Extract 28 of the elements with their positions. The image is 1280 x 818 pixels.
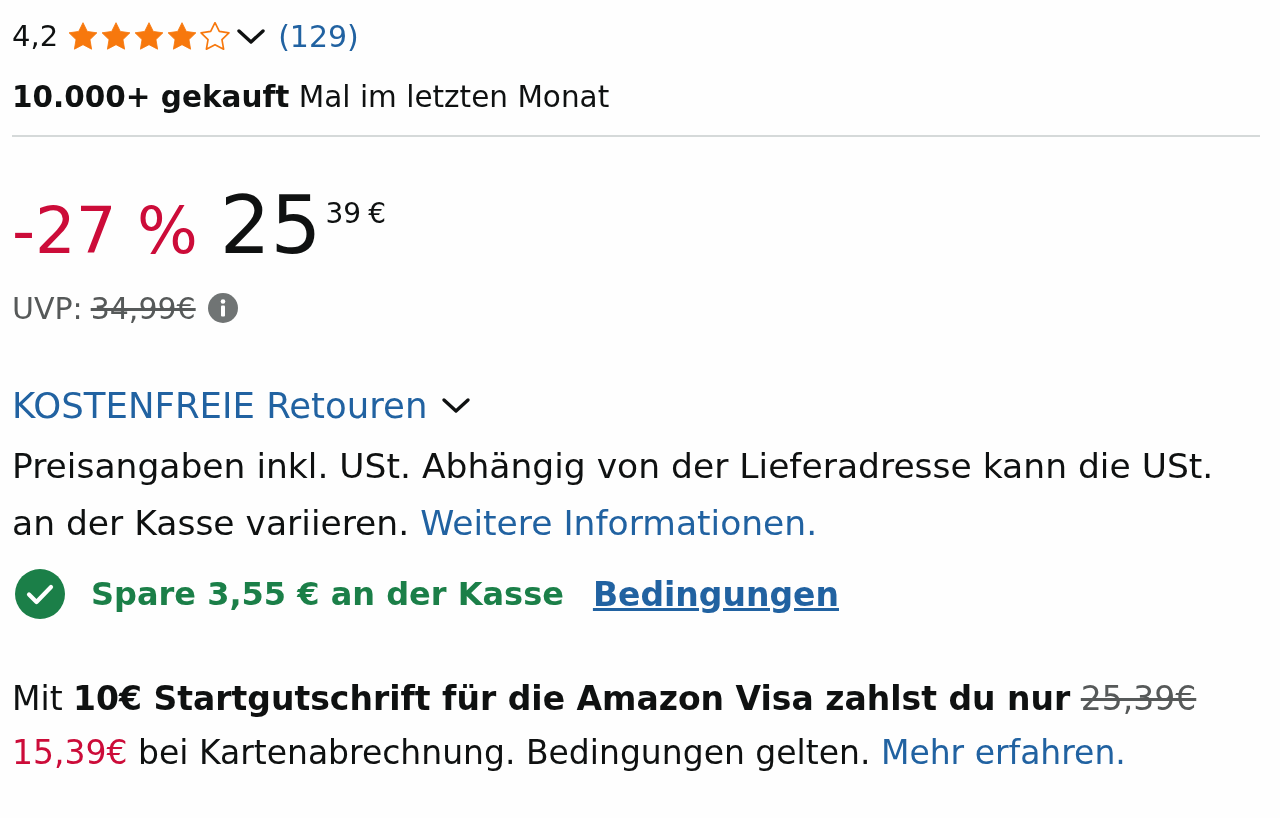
list-price-label: UVP: bbox=[12, 290, 83, 326]
caret-icon[interactable] bbox=[441, 396, 472, 414]
star-icon bbox=[200, 22, 231, 50]
check-icon bbox=[15, 569, 65, 619]
star-icon bbox=[134, 22, 165, 50]
discount-percent: -27 % bbox=[12, 193, 198, 270]
star-rating[interactable] bbox=[68, 22, 231, 50]
free-returns-link[interactable]: KOSTENFREIE Retouren bbox=[12, 384, 428, 426]
price-fraction: 39 bbox=[325, 199, 362, 229]
learn-more-link[interactable]: Mehr erfahren. bbox=[880, 733, 1126, 772]
review-count-link[interactable]: (129) bbox=[278, 18, 359, 54]
card-offer-text: Mit 10€ Startgutschrift für die Amazon Visa zahlst du nur 25,39€ 15,39€ bei Kartenabrechnung. Bedingungen gelten. Mehr erfahren. bbox=[12, 678, 1198, 774]
more-info-link[interactable]: Weitere Informationen. bbox=[420, 503, 818, 543]
info-icon[interactable] bbox=[207, 293, 238, 323]
price-currency: € bbox=[368, 199, 386, 229]
card-price: 15,39€ bbox=[12, 733, 128, 772]
star-icon bbox=[68, 22, 99, 50]
star-icon bbox=[101, 22, 132, 50]
coupon-text: Spare 3,55 € an der Kasse bbox=[91, 575, 564, 613]
star-icon bbox=[167, 22, 198, 50]
rating-value: 4,2 bbox=[12, 19, 59, 53]
purchase-count-text: 10.000+ gekauft Mal im letzten Monat bbox=[12, 79, 611, 116]
tax-note-text: Preisangaben inkl. USt. Abhängig von der Lieferadresse kann die USt. an der Kasse variieren. Weitere Informationen. bbox=[12, 445, 1215, 545]
caret-icon[interactable] bbox=[236, 27, 267, 45]
list-price: 34,99€ bbox=[90, 290, 196, 326]
conditions-link[interactable]: Bedingungen bbox=[592, 574, 839, 614]
price-whole: 25 bbox=[219, 181, 322, 271]
old-price: 25,39€ bbox=[1080, 679, 1197, 718]
